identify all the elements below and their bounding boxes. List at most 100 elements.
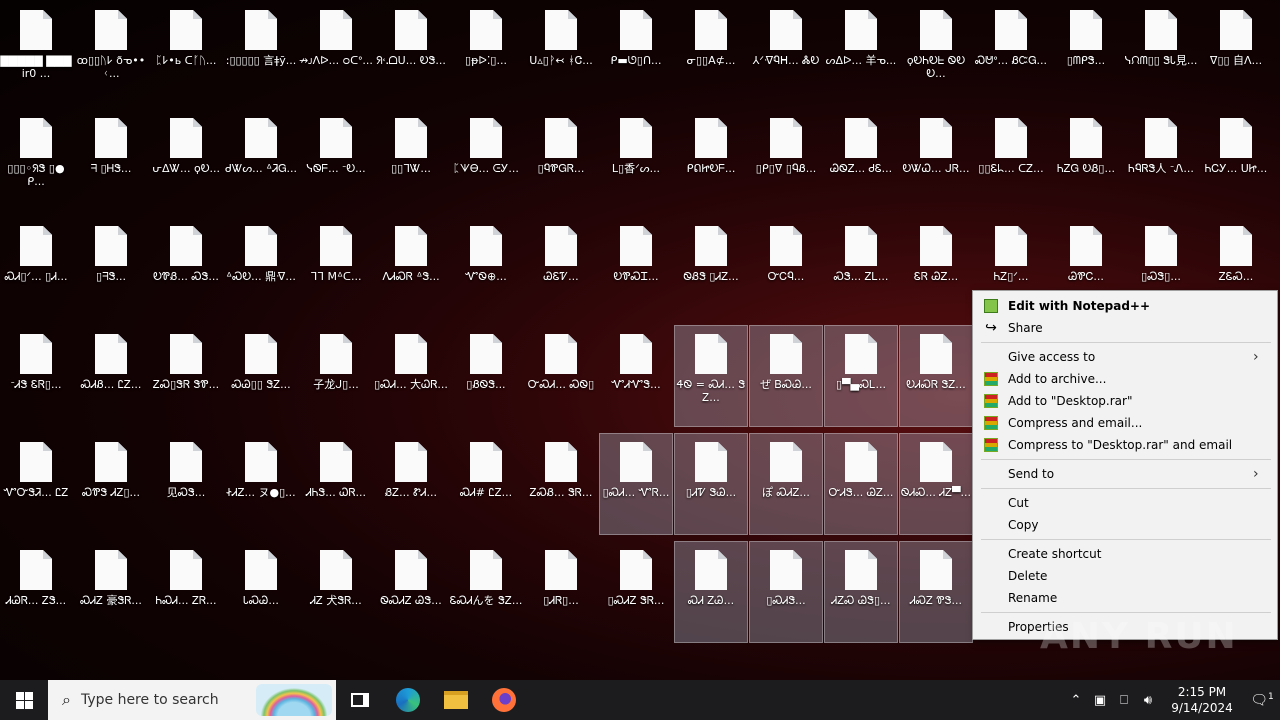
desktop-file-icon[interactable]: ᏊᏋᏤ... [525, 218, 597, 318]
desktop-file-icon[interactable]: ᏊᏫᏃ... ᏧᏋ... [825, 110, 897, 210]
desktop-file-icon[interactable]: ▯▯▯◦ᖆᏕ ▯●ᑭ... [0, 110, 72, 210]
volume-icon[interactable]: 🔊︎ [1136, 693, 1160, 708]
desktop-file-icon[interactable]: ᛈ𐌋•ь ᑕᚪᚢ... [150, 2, 222, 102]
desktop-file-icon[interactable]: ▯▯Ꮛᖺ... ᑕᏃ... [975, 110, 1047, 210]
clock[interactable]: 2:15 PM 9/14/2024 [1160, 684, 1244, 716]
desktop-file-icon[interactable]: ϙᎧᏂᎧᖶ ᏫᎧᎧ... [900, 2, 972, 102]
desktop-file-icon[interactable]: 见ᏍᏕ... [150, 434, 222, 534]
desktop-file-icon[interactable]: ▯ᏍᏗ... ᏉᏒ... [599, 433, 673, 535]
menu-item-send-to[interactable]: Send to › [973, 463, 1277, 485]
desktop-file-icon[interactable]: ᐨᏗᏕ ᏋᏒ▯... [0, 326, 72, 426]
firefox-button[interactable] [480, 680, 528, 720]
desktop-file-icon[interactable]: ▯ᏰᏫᏕ... [450, 326, 522, 426]
desktop-file-icon[interactable]: :▯▯▯▯▯ 言ǂȳ... [225, 2, 297, 102]
desktop-file-icon[interactable]: ᓭᏫᖴ... ᐨᎧ... [300, 110, 372, 210]
desktop-file-icon[interactable]: ᓂ▯▯A⊄... [675, 2, 747, 102]
desktop-file-icon[interactable]: ▯ᏗᏒ▯... [525, 542, 597, 642]
menu-item-compress-to-desktop-rar-and-email[interactable]: Compress to "Desktop.rar" and email [973, 434, 1277, 456]
desktop-file-icon[interactable]: ᏅᏟᏄ... [750, 218, 822, 318]
file-explorer-button[interactable] [432, 680, 480, 720]
desktop-file-icon[interactable]: ᑭᕠᏥᎧᖴ... [675, 110, 747, 210]
desktop-file-icon[interactable]: ᏅᏍᏗ... ᏍᏫ▯ [525, 326, 597, 426]
desktop-file-icon[interactable]: ᏃᏍᏰ... ᏕᏒ... [525, 434, 597, 534]
desktop-file-icon[interactable]: ᏉᏗᏉᏕ... [600, 326, 672, 426]
desktop-file-icon[interactable]: ᏍᏗ ᏃᏊ... [674, 541, 748, 643]
desktop-file-icon[interactable]: ᏅᏗᏕ... ᏊᏃ... [824, 433, 898, 535]
desktop-file-icon[interactable]: ᐱᏗᏍᏒ ᐞᏕ... [375, 218, 447, 318]
desktop-file-icon[interactable]: ᏰᏃ... ᏑᏗ... [375, 434, 447, 534]
desktop-file-icon[interactable]: ᑌ▵▯ᚹ↢ ᚼᏣ... [525, 2, 597, 102]
menu-item-cut[interactable]: Cut [973, 492, 1277, 514]
desktop-file-icon[interactable]: ᏉᏅᏕᏘ... ᏝᏃ [0, 434, 72, 534]
desktop-file-icon[interactable]: ᖆ˓᎐ᗝᑌ... ᎧᏕ... [375, 2, 447, 102]
device-icon[interactable]: ▣ [1088, 693, 1112, 708]
desktop-file-icon[interactable]: ▯ᏍᏗ... 大ᏇᏒ... [374, 326, 448, 426]
edge-button[interactable] [384, 680, 432, 720]
desktop-file-icon[interactable]: ᏫᏍᏗᏃ ᏊᏕ... [375, 542, 447, 642]
desktop-file-icon[interactable]: ᏍᏗᏃ 豪ᏕᏒ... [75, 542, 147, 642]
desktop-file-icon[interactable]: Ꮝᕰᐤ... ᏰᏨᏀ... [975, 2, 1047, 102]
menu-item-rename[interactable]: Rename [973, 587, 1277, 609]
menu-item-create-shortcut[interactable]: Create shortcut [973, 543, 1277, 565]
desktop-file-icon[interactable]: ᔕᐃᐅ... 羊ᓀ... [825, 2, 897, 102]
desktop-file-icon[interactable]: ᕂᐃᏔ... ϙᎧ... [150, 110, 222, 210]
desktop-file-icon[interactable]: ▯▀▄ᏍᏞ... [824, 325, 898, 427]
desktop-file-icon[interactable]: ▯ᏄᏈᏀᏒ... [525, 110, 597, 210]
desktop-file-icon[interactable]: ▯ᏍᏗᏃ ᏕᏒ... [600, 542, 672, 642]
desktop-file-icon[interactable]: ᑭ▬ᘎ▯ᑎ... [600, 2, 672, 102]
search-box[interactable]: ⌕ Type here to search [48, 680, 336, 720]
desktop-file-icon[interactable]: ᏍᏗ▯ᐟ... ▯Ꮧ... [0, 218, 72, 318]
desktop-file-icon[interactable]: ▯ᑭ▯ᐁ ▯ᏄᏰ... [750, 110, 822, 210]
desktop-file-icon[interactable]: ᏂᏍᏗ... ᏃᏒ... [150, 542, 222, 642]
start-button[interactable] [0, 680, 48, 720]
chevron-up-icon[interactable]: ⌃ [1064, 693, 1088, 708]
desktop-file-icon[interactable]: ᐁ▯▯ 自ᐱ... [1200, 2, 1272, 102]
desktop-file-icon[interactable]: ᏍᏕ... ᏃᏞ... [825, 218, 897, 318]
desktop-file-icon[interactable]: ᏫᏰᏕ ▯ᏗᏃ... [675, 218, 747, 318]
desktop-file-icon[interactable]: 子龙ᒍ▯... [300, 326, 372, 426]
desktop-file-icon[interactable]: ᏫᏗᏍ... ᏗᏃ▀... [899, 433, 973, 535]
desktop-file-icon[interactable]: ᏓᏍᏊ... [225, 542, 297, 642]
task-view-button[interactable] [336, 680, 384, 720]
desktop-file-icon[interactable]: ⅄ᐟᐌᏄᕼ... ᏜᎧ [750, 2, 822, 102]
desktop-file-icon[interactable]: ▯ᖷᏕ... [75, 218, 147, 318]
menu-item-compress-and-email[interactable]: Compress and email... [973, 412, 1277, 434]
desktop-file-icon[interactable]: ᏎᏫ = ᏍᏗ... ᏕᏃ... [674, 325, 748, 427]
desktop-file-icon[interactable]: ᎧᏈᏍᏆ... [600, 218, 672, 318]
desktop-file-icon[interactable]: ᏍᏗᏰ... ᏝᏃ... [75, 326, 147, 426]
desktop-file-icon[interactable]: ᏂᏄᏒᏕ人 ᐨᏁ... [1125, 110, 1197, 210]
desktop-file-icon[interactable]: ▯ᏍᏗᏕ... [749, 541, 823, 643]
desktop-file-icon[interactable]: ᒪ▯香ᐟᔕ... [600, 110, 672, 210]
menu-item-add-to-desktop-rar[interactable]: Add to "Desktop.rar" [973, 390, 1277, 412]
desktop-file-icon[interactable]: ▯ᏗᏤ ᏕᏊ... [674, 433, 748, 535]
desktop-file-icon[interactable]: ᏍᏈᏕ ᏗᏃ▯... [75, 434, 147, 534]
desktop-file-icon[interactable]: ᏗᏃᏍ ᏊᏕ▯... [824, 541, 898, 643]
desktop-file-icon[interactable]: ᏉᏫ⊕... [450, 218, 522, 318]
desktop-file-icon[interactable]: ᏋᏍᏗんを ᏕᏃ... [450, 542, 522, 642]
menu-item-add-to-archive[interactable]: Add to archive... [973, 368, 1277, 390]
desktop-file-icon[interactable]: ᛈᗐᎾ... ᕮᎩ... [450, 110, 522, 210]
menu-item-edit-with-notepad[interactable]: Edit with Notepad++ [973, 295, 1277, 317]
desktop-file-icon[interactable]: ꝏ▯▯ᚢ𐌋 ðᓀ••ᚲ... [75, 2, 147, 102]
desktop-file-icon[interactable]: ᏍᏊ▯▯ ᏕᏃ... [225, 326, 297, 426]
desktop-file-icon[interactable]: ᏗᏂᏕ... ᏇᏒ... [300, 434, 372, 534]
menu-item-copy[interactable]: Copy [973, 514, 1277, 536]
menu-item-give-access-to[interactable]: Give access to › [973, 346, 1277, 368]
desktop-file-icon[interactable]: ᏂᏃᏀ ᎧᏰ▯... [1050, 110, 1122, 210]
desktop-file-icon[interactable]: ᖷ ▯ᎻᏕ... [75, 110, 147, 210]
desktop-file-icon[interactable]: ↛ᴊᐱᐅ... ᴑᑕᐤ... [299, 2, 373, 102]
desktop-file-icon[interactable]: ᎧᏗᏍᏒ ᏕᏃ... [899, 325, 973, 427]
desktop-file-icon[interactable]: ᐞᏍᎧ... 鼎ᐌ... [225, 218, 297, 318]
desktop-file-icon[interactable]: ぽ ᏍᏗᏃ... [749, 433, 823, 535]
desktop-file-icon[interactable]: ᏃᏍ▯ᏕᏒ ᏕᏈ... [150, 326, 222, 426]
network-icon[interactable]: ⎕ [1112, 693, 1136, 708]
menu-item-delete[interactable]: Delete [973, 565, 1277, 587]
notification-icon[interactable]: 🗨︎1 [1244, 692, 1280, 709]
desktop-file-icon[interactable]: ᏗᏊᏒ... ᏃᏕ... [0, 542, 72, 642]
desktop-file-icon[interactable]: ᏍᏗ# ᏝᏃ... [450, 434, 522, 534]
desktop-file-icon[interactable]: ᏗᏍᏃ ᏈᏕ... [899, 541, 973, 643]
desktop-file-icon[interactable]: ▯▯ᒣᏔ... [375, 110, 447, 210]
desktop-file-icon[interactable]: ▇▇▇▇▇ ▇▇▇ ir0 ... [0, 2, 72, 102]
desktop-file-icon[interactable]: ᑯᏔᔕ... ᐞᏘᏀ... [225, 110, 297, 210]
desktop-file-icon[interactable]: ᎧᏈᏰ... ᏍᏕ... [150, 218, 222, 318]
